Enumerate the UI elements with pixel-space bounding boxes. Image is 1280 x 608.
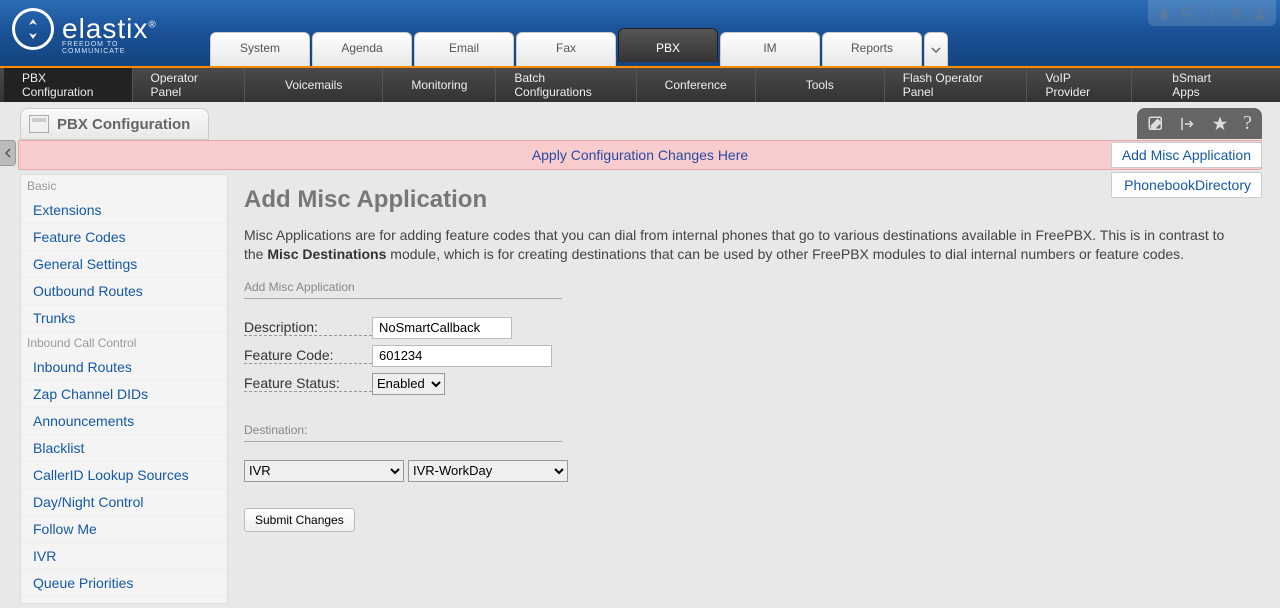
sidebar-item-ivr[interactable]: IVR — [21, 543, 227, 570]
sidebar-item-trunks[interactable]: Trunks — [21, 305, 227, 332]
info-icon[interactable]: i — [1200, 2, 1224, 24]
link-phonebook-directory[interactable]: PhonebookDirectory — [1111, 172, 1262, 198]
subnav-voip[interactable]: VoIP Provider — [1027, 68, 1132, 102]
label-feature-status[interactable]: Feature Status: — [244, 375, 372, 392]
apply-config-bar[interactable]: Apply Configuration Changes Here — [18, 140, 1262, 170]
subnav-monitoring[interactable]: Monitoring — [383, 68, 496, 102]
select-feature-status[interactable]: Enabled Disabled — [372, 373, 445, 395]
logo-icon — [12, 8, 54, 50]
select-dest-target[interactable]: IVR-WorkDay — [408, 460, 568, 482]
tab-im[interactable]: IM — [720, 32, 820, 66]
sidebar-group-inbound: Inbound Call Control — [21, 332, 227, 354]
brand-reg: ® — [148, 20, 156, 31]
sidebar-item-feature-codes[interactable]: Feature Codes — [21, 224, 227, 251]
sidebar-item-blacklist[interactable]: Blacklist — [21, 435, 227, 462]
subnav-voicemails[interactable]: Voicemails — [245, 68, 383, 102]
section-add-misc-app: Add Misc Application — [244, 280, 562, 299]
sidebar-item-follow-me[interactable]: Follow Me — [21, 516, 227, 543]
sub-nav: PBX Configuration Operator Panel Voicema… — [0, 68, 1280, 102]
sidebar-item-general-settings[interactable]: General Settings — [21, 251, 227, 278]
subnav-flash-op[interactable]: Flash Operator Panel — [885, 68, 1028, 102]
page-tab: PBX Configuration — [20, 108, 209, 140]
section-destination: Destination: — [244, 423, 562, 442]
sidebar-item-inbound-routes[interactable]: Inbound Routes — [21, 354, 227, 381]
right-link-list: Add Misc Application PhonebookDirectory — [1111, 142, 1262, 202]
sidebar-item-announcements[interactable]: Announcements — [21, 408, 227, 435]
plugin-icon[interactable] — [1224, 2, 1248, 24]
sidebar: Basic Extensions Feature Codes General S… — [20, 174, 228, 604]
user-icon[interactable] — [1248, 2, 1272, 24]
sidebar-item-queue-priorities[interactable]: Queue Priorities — [21, 570, 227, 597]
submit-button[interactable]: Submit Changes — [244, 508, 355, 532]
select-dest-type[interactable]: IVR — [244, 460, 404, 482]
top-icon-bar: i — [1148, 0, 1276, 26]
input-feature-code[interactable] — [372, 345, 552, 367]
label-description[interactable]: Description: — [244, 319, 372, 336]
help-icon[interactable]: ? — [1243, 112, 1252, 135]
header-banner: elastix® FREEDOM TO COMMUNICATE i System… — [0, 0, 1280, 68]
subnav-pbx-config[interactable]: PBX Configuration — [4, 68, 133, 102]
main-tabs: System Agenda Email Fax PBX IM Reports — [210, 32, 948, 66]
label-feature-code[interactable]: Feature Code: — [244, 347, 372, 364]
drop-icon[interactable] — [1152, 2, 1176, 24]
input-description[interactable] — [372, 317, 512, 339]
subnav-batch[interactable]: Batch Configurations — [496, 68, 636, 102]
brand-tagline: FREEDOM TO COMMUNICATE — [62, 41, 157, 55]
tab-more-chevron[interactable] — [924, 32, 948, 66]
sidebar-group-basic: Basic — [21, 175, 227, 197]
sidebar-item-outbound-routes[interactable]: Outbound Routes — [21, 278, 227, 305]
star-icon[interactable] — [1211, 112, 1229, 135]
edit-icon[interactable] — [1147, 112, 1165, 135]
page-description: Misc Applications are for adding feature… — [244, 226, 1244, 264]
sidebar-item-callerid[interactable]: CallerID Lookup Sources — [21, 462, 227, 489]
page-title-tab: PBX Configuration — [57, 116, 190, 133]
sidebar-item-zap-channel[interactable]: Zap Channel DIDs — [21, 381, 227, 408]
subnav-tools[interactable]: Tools — [756, 68, 885, 102]
sidebar-toggle[interactable] — [0, 140, 16, 166]
link-add-misc-app[interactable]: Add Misc Application — [1111, 142, 1262, 168]
brand-name: elastix — [62, 13, 148, 44]
tab-agenda[interactable]: Agenda — [312, 32, 412, 66]
subnav-operator-panel[interactable]: Operator Panel — [133, 68, 245, 102]
tab-email[interactable]: Email — [414, 32, 514, 66]
tab-reports[interactable]: Reports — [822, 32, 922, 66]
tab-system[interactable]: System — [210, 32, 310, 66]
export-icon[interactable] — [1179, 112, 1197, 135]
sidebar-item-queues[interactable]: Queues — [21, 597, 227, 604]
page-icon — [29, 115, 49, 133]
tab-pbx[interactable]: PBX — [618, 28, 718, 62]
sidebar-item-extensions[interactable]: Extensions — [21, 197, 227, 224]
search-icon[interactable] — [1176, 2, 1200, 24]
page-title: Add Misc Application — [244, 186, 1262, 214]
subnav-bsmart[interactable]: bSmart Apps — [1132, 68, 1276, 102]
page-actions: ? — [1137, 108, 1262, 139]
brand-logo: elastix® FREEDOM TO COMMUNICATE — [12, 8, 157, 50]
sidebar-item-day-night[interactable]: Day/Night Control — [21, 489, 227, 516]
main-content: Add Misc Application PhonebookDirectory … — [228, 174, 1262, 604]
subnav-conference[interactable]: Conference — [637, 68, 756, 102]
tab-fax[interactable]: Fax — [516, 32, 616, 66]
